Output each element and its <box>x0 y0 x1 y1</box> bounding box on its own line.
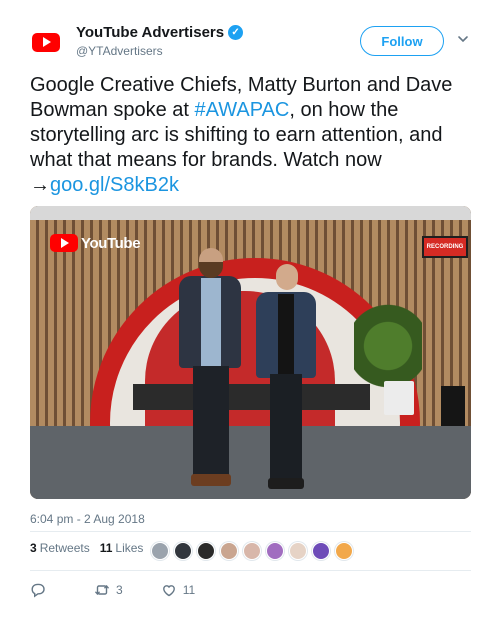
carpet-floor <box>30 426 471 499</box>
divider <box>30 531 471 532</box>
retweets-count[interactable]: 3 <box>30 541 37 555</box>
liker-avatar[interactable] <box>335 542 353 560</box>
liker-avatar[interactable] <box>151 542 169 560</box>
verified-badge-icon: ✓ <box>228 25 244 40</box>
retweets-stat[interactable]: 3 Retweets <box>30 541 90 555</box>
retweet-icon <box>94 582 110 598</box>
reply-button[interactable] <box>30 582 46 598</box>
tweet-actions: 3 11 <box>30 582 195 598</box>
heart-icon <box>161 582 177 598</box>
author-handle[interactable]: @YTAdvertisers <box>76 44 243 58</box>
liker-avatar[interactable] <box>266 542 284 560</box>
plant-pot <box>384 381 414 415</box>
tweet-text: Google Creative Chiefs, Matty Burton and… <box>30 73 475 198</box>
liker-avatar[interactable] <box>220 542 238 560</box>
person-right <box>256 264 316 499</box>
recording-sign: RECORDING <box>422 236 468 258</box>
youtube-wall-logo: YouTube <box>50 234 141 252</box>
liker-avatar[interactable] <box>197 542 215 560</box>
liker-avatars <box>151 542 353 560</box>
liker-avatar[interactable] <box>174 542 192 560</box>
divider <box>30 570 471 571</box>
retweet-count[interactable]: 3 <box>116 583 123 597</box>
tweet-timestamp[interactable]: 6:04 pm - 2 Aug 2018 <box>30 512 145 526</box>
tweet-stats: 3 Retweets 11 Likes <box>30 541 143 555</box>
youtube-wall-logo-text: YouTube <box>81 234 141 252</box>
ceiling <box>30 206 471 220</box>
like-button[interactable]: 11 <box>161 582 195 598</box>
tweet-photo[interactable]: YouTube RECORDING <box>30 206 471 499</box>
likes-count[interactable]: 11 <box>100 541 113 555</box>
likes-label[interactable]: Likes <box>115 541 143 555</box>
liker-avatar[interactable] <box>243 542 261 560</box>
hashtag-link[interactable]: #AWAPAC <box>195 99 290 121</box>
chevron-down-icon[interactable] <box>456 32 470 46</box>
retweets-label[interactable]: Retweets <box>40 541 90 555</box>
liker-avatar[interactable] <box>312 542 330 560</box>
retweet-button[interactable]: 3 <box>94 582 123 598</box>
liker-avatar[interactable] <box>289 542 307 560</box>
author-name[interactable]: YouTube Advertisers <box>76 24 224 41</box>
youtube-play-icon <box>50 234 78 252</box>
follow-button[interactable]: Follow <box>360 26 444 56</box>
like-count[interactable]: 11 <box>183 583 195 597</box>
likes-stat[interactable]: 11 Likes <box>100 541 144 555</box>
author-name-block[interactable]: YouTube Advertisers ✓ @YTAdvertisers <box>76 24 244 58</box>
reply-icon <box>30 582 46 598</box>
author-display-name[interactable]: YouTube Advertisers ✓ <box>76 24 244 41</box>
youtube-logo-icon <box>32 32 60 52</box>
stage-platform <box>133 384 370 410</box>
person-left <box>175 248 245 499</box>
author-avatar[interactable] <box>30 26 62 58</box>
tweet-header: YouTube Advertisers ✓ @YTAdvertisers Fol… <box>0 0 500 66</box>
watch-link[interactable]: goo.gl/S8kB2k <box>50 174 179 196</box>
